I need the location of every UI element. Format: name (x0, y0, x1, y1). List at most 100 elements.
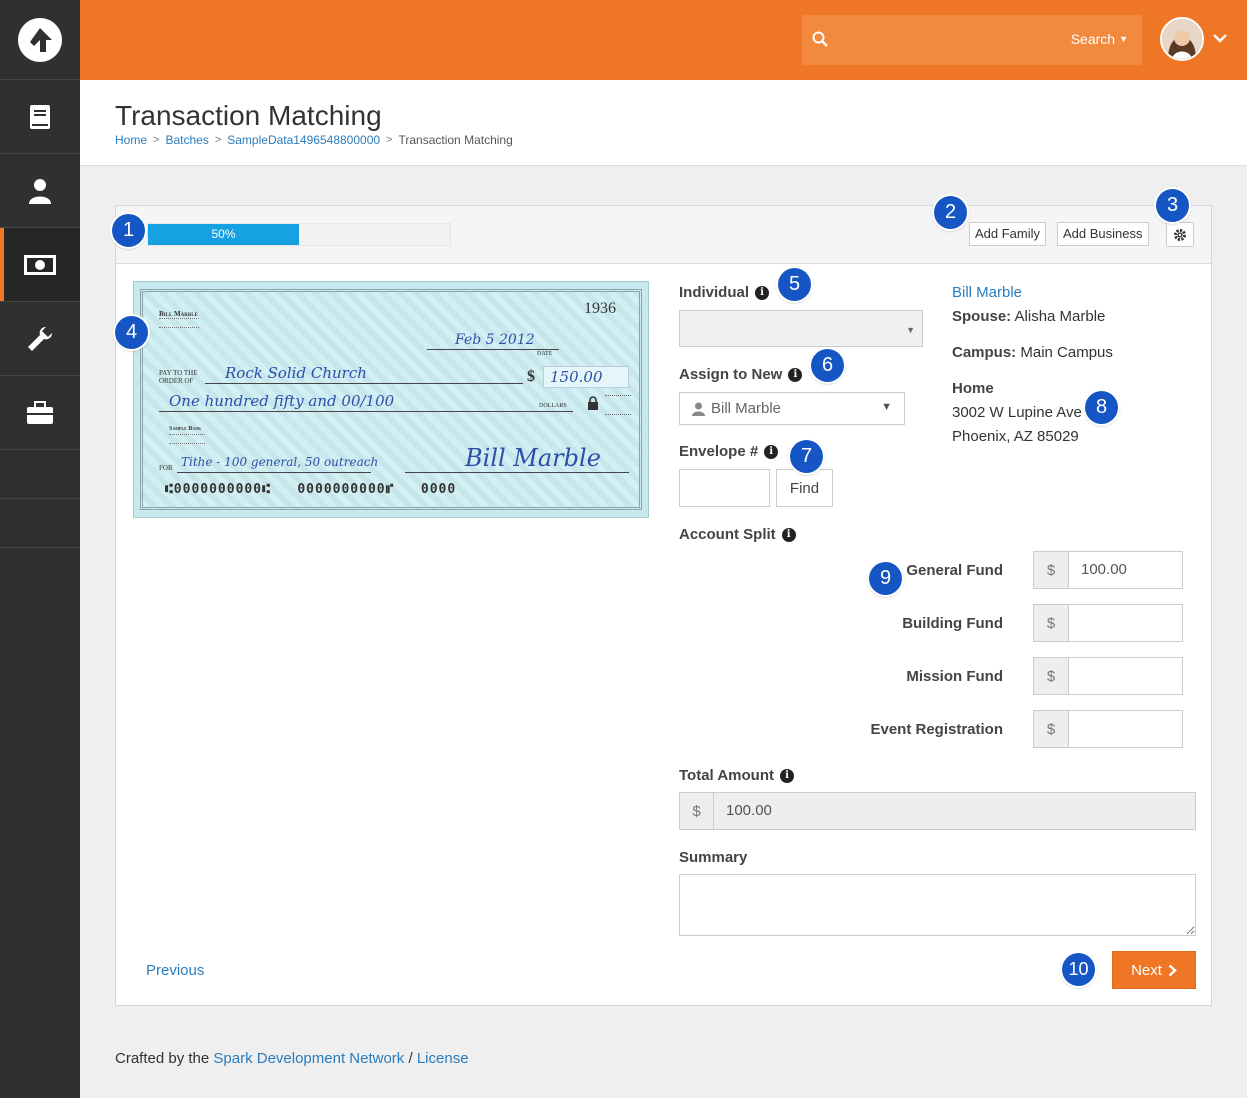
progress-bar: 50% (147, 223, 451, 246)
footer-license-link[interactable]: License (417, 1050, 469, 1067)
sidebar (0, 0, 80, 1098)
annotation-badge-10: 10 (1062, 953, 1095, 986)
sidebar-spacer (0, 499, 80, 548)
total-amount-label: Total Amount i (679, 767, 794, 784)
date-line (427, 349, 559, 350)
amount-words-line (159, 411, 573, 412)
envelope-input[interactable] (679, 469, 770, 507)
sidebar-item-admin[interactable] (0, 376, 80, 450)
check-face: Bill Marble 1936 Feb 5 2012 DATE PAY TO … (140, 289, 642, 510)
check-bank-address (169, 434, 205, 444)
annotation-badge-5: 5 (778, 268, 811, 301)
currency-addon: $ (1034, 658, 1069, 694)
find-button[interactable]: Find (776, 469, 833, 507)
chevron-right-icon: > (386, 134, 393, 146)
search-input[interactable] (838, 27, 1058, 53)
fund-amount-general[interactable]: $ 100.00 (1033, 551, 1183, 589)
total-amount-field: $ 100.00 (679, 792, 1196, 830)
fund-label-general: General Fund (906, 562, 1003, 579)
add-business-button[interactable]: Add Business (1057, 222, 1149, 246)
fund-amount-value (1069, 658, 1081, 694)
fund-amount-value (1069, 711, 1081, 747)
for-label: FOR (159, 464, 173, 472)
sidebar-item-people[interactable] (0, 154, 80, 228)
currency-addon: $ (680, 793, 714, 829)
security-features-note (605, 395, 631, 415)
info-icon[interactable]: i (781, 527, 796, 542)
dollars-label: DOLLARS (539, 403, 567, 409)
rock-logo[interactable] (0, 0, 80, 80)
footer-spark-link[interactable]: Spark Development Network (213, 1050, 404, 1067)
pay-to-label-2: ORDER OF (159, 377, 194, 385)
spouse-value: Alisha Marble (1014, 308, 1106, 325)
breadcrumb-batch[interactable]: SampleData1496548800000 (227, 133, 380, 147)
pay-to-label-1: PAY TO THE (159, 369, 198, 377)
check-amount-words: One hundred fifty and 00/100 (169, 392, 395, 410)
fund-label-event: Event Registration (870, 721, 1003, 738)
breadcrumb: Home > Batches > SampleData1496548800000… (115, 133, 513, 147)
info-icon[interactable]: i (764, 444, 779, 459)
lock-icon (588, 396, 598, 410)
avatar[interactable] (1160, 17, 1204, 61)
info-icon[interactable]: i (779, 768, 794, 783)
currency-addon: $ (1034, 605, 1069, 641)
matching-panel: 50% Add Family Add Business Bill Marble … (115, 205, 1212, 1006)
gear-icon (1174, 228, 1186, 241)
annotation-badge-8: 8 (1085, 391, 1118, 424)
total-amount-label-text: Total Amount (679, 767, 774, 784)
info-icon[interactable]: i (788, 367, 803, 382)
individual-label-text: Individual (679, 284, 750, 301)
chevron-right-icon: > (153, 134, 160, 146)
search-icon (812, 31, 828, 47)
summary-textarea[interactable] (679, 874, 1196, 936)
memo-line (177, 472, 371, 473)
person-icon (29, 178, 51, 204)
progress-fill: 50% (148, 224, 299, 245)
annotation-badge-9: 9 (869, 562, 902, 595)
check-payee: Rock Solid Church (225, 364, 367, 382)
previous-link[interactable]: Previous (146, 962, 204, 979)
person-picker[interactable]: Bill Marble ▼ (679, 392, 905, 425)
search-type-button[interactable]: Search ▼ (1071, 31, 1128, 47)
sidebar-item-finance[interactable] (0, 228, 80, 302)
fund-amount-building[interactable]: $ (1033, 604, 1183, 642)
wrench-icon (28, 326, 53, 351)
check-micr-line: ⑆0000000000⑆ 0000000000⑈ 0000 (165, 482, 457, 497)
caret-down-icon: ▼ (1119, 34, 1128, 44)
check-number: 1936 (584, 300, 616, 317)
individual-select[interactable]: ▼ (679, 310, 923, 347)
account-split-label-text: Account Split (679, 526, 776, 543)
dollar-sign-icon: $ (527, 368, 535, 385)
campus-label: Campus: (952, 344, 1017, 361)
breadcrumb-batches[interactable]: Batches (165, 133, 208, 147)
chevron-down-icon[interactable] (1213, 33, 1227, 43)
footer: Crafted by the Spark Development Network… (115, 1050, 469, 1067)
signature-line (405, 472, 629, 473)
settings-button[interactable] (1166, 222, 1194, 247)
next-button[interactable]: Next (1112, 951, 1196, 989)
footer-prefix: Crafted by the (115, 1050, 210, 1067)
annotation-badge-7: 7 (790, 440, 823, 473)
fund-label-building: Building Fund (902, 615, 1003, 632)
campus-value: Main Campus (1020, 344, 1113, 361)
home-label-text: Home (952, 380, 994, 397)
info-icon[interactable]: i (755, 285, 770, 300)
currency-addon: $ (1034, 711, 1069, 747)
breadcrumb-home[interactable]: Home (115, 133, 147, 147)
add-family-button[interactable]: Add Family (969, 222, 1047, 246)
check-amount: 150.00 (543, 366, 629, 388)
sidebar-item-tools[interactable] (0, 302, 80, 376)
address-line-2: Phoenix, AZ 85029 (952, 428, 1079, 445)
person-picker-value: Bill Marble (711, 400, 782, 417)
caret-down-icon: ▼ (906, 325, 915, 335)
currency-addon: $ (1034, 552, 1069, 588)
sidebar-item-content[interactable] (0, 80, 80, 154)
check-signature: Bill Marble (465, 444, 601, 472)
money-icon (24, 254, 56, 275)
fund-amount-event[interactable]: $ (1033, 710, 1183, 748)
next-button-label: Next (1131, 961, 1162, 979)
check-owner: Bill Marble (159, 310, 198, 318)
person-name-link[interactable]: Bill Marble (952, 284, 1022, 301)
fund-amount-mission[interactable]: $ (1033, 657, 1183, 695)
annotation-badge-2: 2 (934, 196, 967, 229)
